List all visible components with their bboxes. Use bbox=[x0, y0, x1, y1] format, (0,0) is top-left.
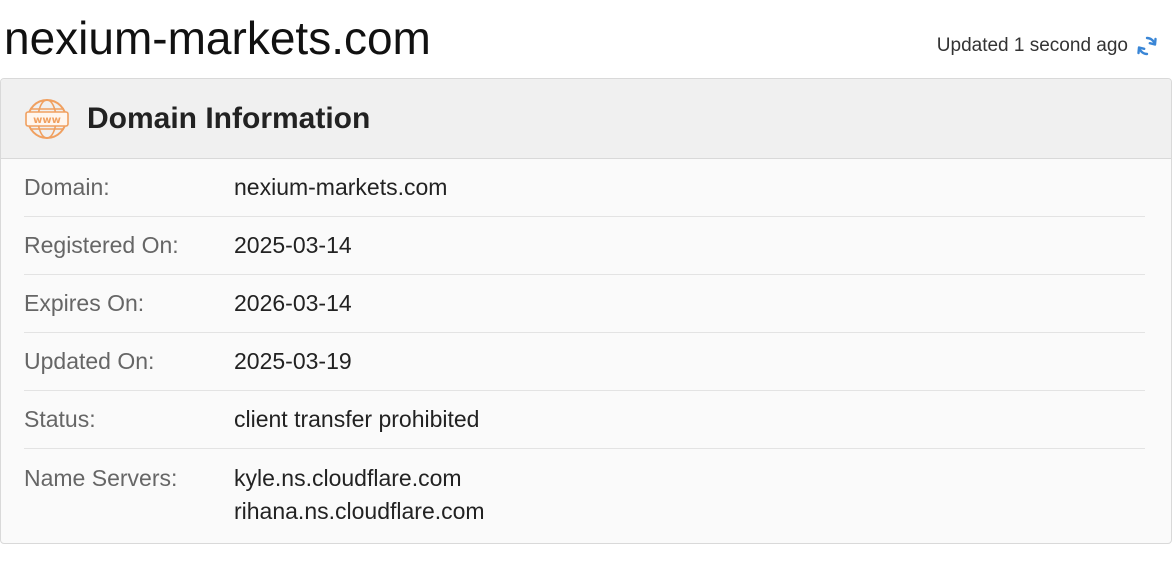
www-globe-icon: www bbox=[25, 97, 69, 141]
row-label: Domain: bbox=[24, 174, 110, 200]
card-header: www Domain Information bbox=[1, 79, 1171, 159]
name-server: rihana.ns.cloudflare.com bbox=[234, 498, 485, 524]
row-expires-on: Expires On: 2026-03-14 bbox=[24, 275, 1145, 333]
row-status: Status: client transfer prohibited bbox=[24, 391, 1145, 449]
card-title: Domain Information bbox=[87, 101, 371, 135]
row-updated-on: Updated On: 2025-03-19 bbox=[24, 333, 1145, 391]
row-label: Expires On: bbox=[24, 290, 145, 316]
name-server: kyle.ns.cloudflare.com bbox=[234, 465, 462, 491]
row-value: 2026-03-14 bbox=[234, 290, 352, 316]
name-servers-list: kyle.ns.cloudflare.com rihana.ns.cloudfl… bbox=[234, 462, 485, 528]
refresh-icon[interactable] bbox=[1134, 33, 1160, 59]
page-title: nexium-markets.com bbox=[4, 12, 431, 64]
row-value: client transfer prohibited bbox=[234, 406, 480, 432]
row-label: Name Servers: bbox=[24, 465, 178, 491]
updated-status: Updated 1 second ago bbox=[937, 33, 1160, 59]
row-label: Registered On: bbox=[24, 232, 179, 258]
svg-text:www: www bbox=[33, 115, 61, 126]
row-value: nexium-markets.com bbox=[234, 174, 448, 200]
row-registered-on: Registered On: 2025-03-14 bbox=[24, 217, 1145, 275]
row-name-servers: Name Servers: kyle.ns.cloudflare.com rih… bbox=[24, 449, 1145, 528]
updated-text: Updated 1 second ago bbox=[936, 35, 1128, 56]
row-domain: Domain: nexium-markets.com bbox=[24, 159, 1145, 217]
domain-info-card: www Domain Information Domain: nexium-ma… bbox=[0, 78, 1172, 544]
row-value: 2025-03-19 bbox=[234, 348, 352, 374]
row-label: Status: bbox=[24, 406, 96, 432]
info-rows: Domain: nexium-markets.com Registered On… bbox=[1, 159, 1171, 528]
row-value: 2025-03-14 bbox=[234, 232, 352, 258]
row-label: Updated On: bbox=[24, 348, 155, 374]
